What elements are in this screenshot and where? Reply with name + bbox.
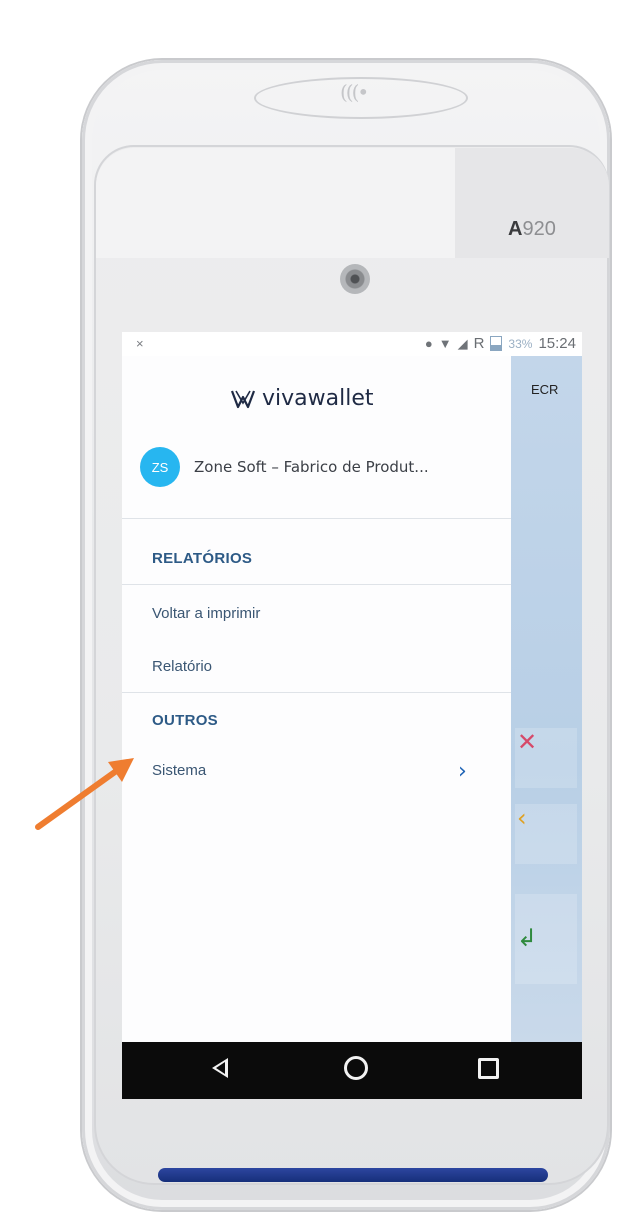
- divider: [122, 692, 511, 693]
- section-title-relatorios: RELATÓRIOS: [152, 550, 253, 567]
- ecr-title: ECR: [531, 382, 559, 397]
- android-nav-bar: [122, 1042, 582, 1099]
- divider: [122, 518, 511, 519]
- ecr-background-app: ECR ✕ ‹ ↲: [511, 356, 582, 1042]
- battery-percent: 33%: [508, 336, 533, 351]
- contactless-icon: (((•: [340, 80, 369, 104]
- cell-signal-icon: ◢: [457, 335, 468, 351]
- enter-icon[interactable]: ↲: [515, 894, 577, 984]
- terminal-top-panel: [96, 148, 609, 258]
- camera-lens: [340, 264, 370, 294]
- annotation-arrow-icon: [35, 758, 134, 830]
- notification-icon: ×: [136, 336, 144, 351]
- clock: 15:24: [538, 335, 576, 352]
- status-bar: × ● ▼ ◢ R 33% 15:24: [122, 332, 582, 356]
- vivawallet-logo: vivawallet: [230, 386, 374, 411]
- account-row[interactable]: ZS Zone Soft – Fabrico de Produt...: [140, 447, 429, 487]
- roaming-indicator: R: [473, 335, 485, 352]
- battery-icon: [490, 336, 503, 351]
- avatar: ZS: [140, 447, 180, 487]
- vivawallet-logo-icon: [230, 390, 256, 408]
- divider: [122, 584, 511, 585]
- back-icon[interactable]: [212, 1058, 228, 1078]
- card-slot: [158, 1168, 548, 1182]
- chevron-right-icon[interactable]: ›: [458, 761, 478, 783]
- recent-apps-icon[interactable]: [478, 1058, 499, 1079]
- section-title-outros: OUTROS: [152, 712, 218, 729]
- device-model-label: A920: [508, 218, 556, 240]
- location-icon: ●: [424, 336, 433, 351]
- menu-item-relatorio[interactable]: Relatório: [152, 658, 212, 675]
- home-icon[interactable]: [344, 1056, 368, 1080]
- menu-item-sistema[interactable]: Sistema: [152, 762, 206, 779]
- close-icon[interactable]: ✕: [515, 728, 577, 788]
- account-name: Zone Soft – Fabrico de Produt...: [194, 458, 429, 476]
- device-screen: × ● ▼ ◢ R 33% 15:24 ECR ✕ ‹ ↲ vivawallet…: [122, 332, 582, 1099]
- navigation-drawer: vivawallet ZS Zone Soft – Fabrico de Pro…: [122, 356, 511, 1042]
- backspace-icon[interactable]: ‹: [515, 804, 577, 864]
- wifi-icon: ▼: [438, 336, 452, 351]
- menu-item-voltar-a-imprimir[interactable]: Voltar a imprimir: [152, 605, 260, 622]
